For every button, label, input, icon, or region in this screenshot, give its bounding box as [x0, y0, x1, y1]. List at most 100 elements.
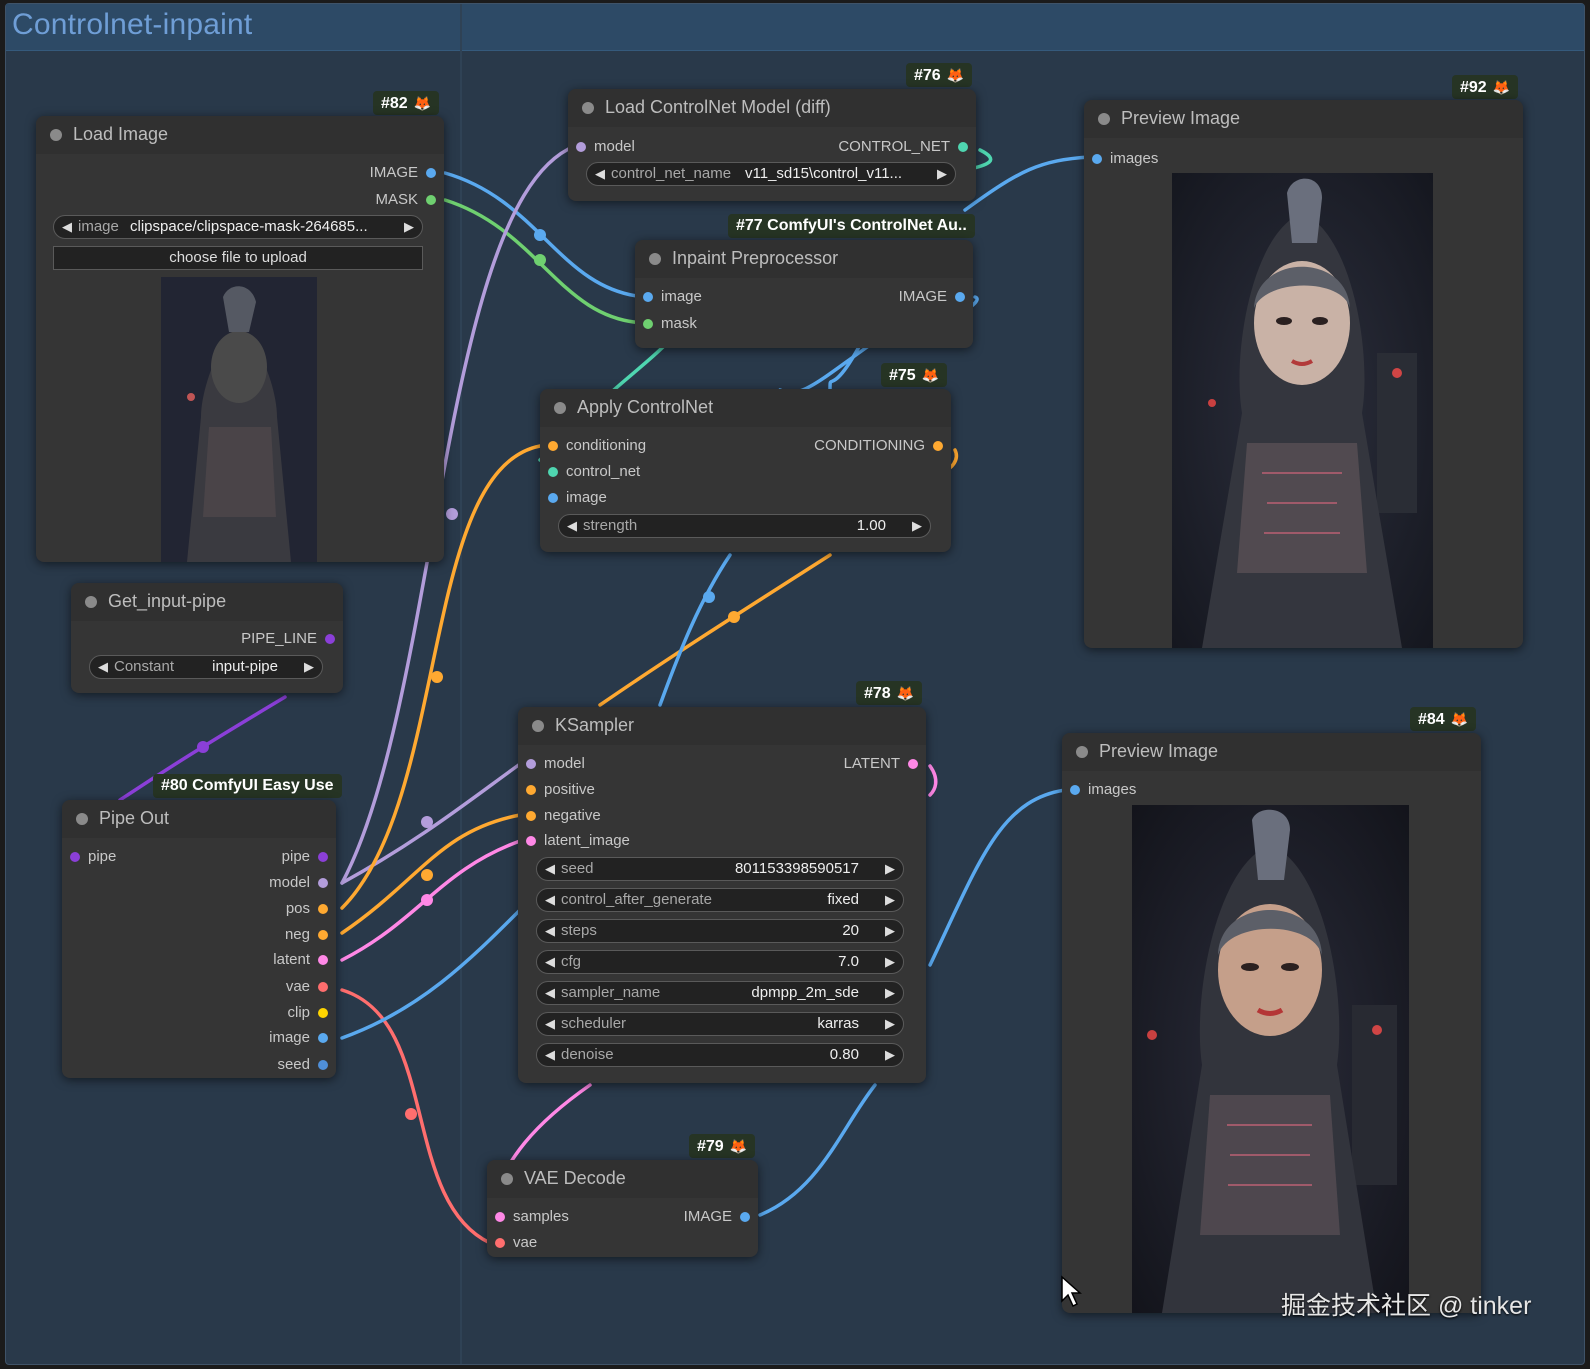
slot-dot-icon[interactable]	[318, 930, 328, 941]
collapse-dot-icon[interactable]	[1098, 113, 1110, 125]
node-apply-controlnet[interactable]: Apply ControlNet conditioning CONDITIONI…	[540, 389, 951, 552]
collapse-dot-icon[interactable]	[501, 1173, 513, 1185]
slot-dot-icon[interactable]	[643, 292, 653, 303]
node-header[interactable]: Apply ControlNet	[540, 389, 951, 427]
input-slot-vae[interactable]: vae	[495, 1232, 537, 1254]
slot-dot-icon[interactable]	[426, 168, 436, 179]
arrow-right-icon[interactable]: ▶	[885, 1013, 895, 1035]
input-slot-pipe[interactable]: pipe	[70, 846, 116, 868]
input-slot-conditioning[interactable]: conditioning	[548, 435, 646, 457]
node-pipe-out[interactable]: Pipe Out pipe pipe model pos neg latent …	[62, 800, 336, 1078]
slot-dot-icon[interactable]	[1070, 785, 1080, 796]
arrow-left-icon[interactable]: ◀	[62, 216, 72, 238]
slot-dot-icon[interactable]	[70, 852, 80, 863]
slot-dot-icon[interactable]	[495, 1212, 505, 1223]
slot-dot-icon[interactable]	[318, 1033, 328, 1044]
slot-dot-icon[interactable]	[318, 1060, 328, 1071]
output-slot-control-net[interactable]: CONTROL_NET	[838, 136, 968, 158]
slot-dot-icon[interactable]	[740, 1212, 750, 1223]
node-header[interactable]: Pipe Out	[62, 800, 336, 838]
node-load-image[interactable]: Load Image IMAGE MASK ◀ image clipspace/…	[36, 116, 444, 562]
slot-dot-icon[interactable]	[318, 982, 328, 993]
input-slot-images[interactable]: images	[1070, 779, 1136, 801]
node-header[interactable]: Inpaint Preprocessor	[635, 240, 973, 278]
input-slot-mask[interactable]: mask	[643, 313, 697, 335]
arrow-left-icon[interactable]: ◀	[545, 920, 555, 942]
steps-widget[interactable]: ◀ steps 20 ▶	[536, 919, 904, 943]
arrow-right-icon[interactable]: ▶	[937, 163, 947, 185]
strength-widget[interactable]: ◀ strength 1.00 ▶	[558, 514, 931, 538]
output-slot-latent[interactable]: LATENT	[844, 753, 918, 775]
node-header[interactable]: Preview Image	[1084, 100, 1523, 138]
collapse-dot-icon[interactable]	[554, 402, 566, 414]
arrow-left-icon[interactable]: ◀	[545, 889, 555, 911]
slot-dot-icon[interactable]	[526, 785, 536, 796]
output-slot-pos[interactable]: pos	[286, 898, 328, 920]
slot-dot-icon[interactable]	[933, 441, 943, 452]
slot-dot-icon[interactable]	[955, 292, 965, 303]
output-slot-clip[interactable]: clip	[287, 1002, 328, 1024]
node-vae-decode[interactable]: VAE Decode samples IMAGE vae	[487, 1160, 758, 1257]
output-slot-seed[interactable]: seed	[277, 1054, 328, 1076]
denoise-widget[interactable]: ◀ denoise 0.80 ▶	[536, 1043, 904, 1067]
output-slot-pipe[interactable]: pipe	[282, 846, 328, 868]
slot-dot-icon[interactable]	[548, 493, 558, 504]
group-header[interactable]: Controlnet-inpaint	[6, 4, 1584, 51]
input-slot-image[interactable]: image	[548, 487, 607, 509]
input-slot-positive[interactable]: positive	[526, 779, 595, 801]
arrow-left-icon[interactable]: ◀	[545, 951, 555, 973]
output-slot-model[interactable]: model	[269, 872, 328, 894]
slot-dot-icon[interactable]	[318, 852, 328, 863]
node-preview-image-top[interactable]: Preview Image images	[1084, 100, 1523, 648]
output-slot-neg[interactable]: neg	[285, 924, 328, 946]
arrow-right-icon[interactable]: ▶	[885, 889, 895, 911]
sampler-name-widget[interactable]: ◀ sampler_name dpmpp_2m_sde ▶	[536, 981, 904, 1005]
arrow-right-icon[interactable]: ▶	[885, 920, 895, 942]
input-slot-images[interactable]: images	[1092, 148, 1158, 170]
slot-dot-icon[interactable]	[908, 759, 918, 770]
arrow-left-icon[interactable]: ◀	[595, 163, 605, 185]
control-after-generate-widget[interactable]: ◀ control_after_generate fixed ▶	[536, 888, 904, 912]
collapse-dot-icon[interactable]	[50, 129, 62, 141]
input-slot-latent-image[interactable]: latent_image	[526, 830, 630, 852]
node-inpaint-preprocessor[interactable]: Inpaint Preprocessor image IMAGE mask	[635, 240, 973, 348]
slot-dot-icon[interactable]	[576, 142, 586, 153]
slot-dot-icon[interactable]	[1092, 154, 1102, 165]
slot-dot-icon[interactable]	[548, 467, 558, 478]
upload-button[interactable]: choose file to upload	[53, 246, 423, 270]
node-header[interactable]: KSampler	[518, 707, 926, 745]
image-combo-widget[interactable]: ◀ image clipspace/clipspace-mask-264685.…	[53, 215, 423, 239]
arrow-right-icon[interactable]: ▶	[404, 216, 414, 238]
node-header[interactable]: VAE Decode	[487, 1160, 758, 1198]
slot-dot-icon[interactable]	[318, 1008, 328, 1019]
slot-dot-icon[interactable]	[318, 904, 328, 915]
collapse-dot-icon[interactable]	[582, 102, 594, 114]
output-slot-mask[interactable]: MASK	[375, 189, 436, 211]
node-header[interactable]: Load ControlNet Model (diff)	[568, 89, 976, 127]
input-slot-model[interactable]: model	[576, 136, 635, 158]
node-ksampler[interactable]: KSampler model LATENT positive negative …	[518, 707, 926, 1083]
collapse-dot-icon[interactable]	[1076, 746, 1088, 758]
output-slot-image[interactable]: IMAGE	[684, 1206, 750, 1228]
node-load-controlnet[interactable]: Load ControlNet Model (diff) model CONTR…	[568, 89, 976, 201]
output-slot-vae[interactable]: vae	[286, 976, 328, 998]
arrow-left-icon[interactable]: ◀	[545, 982, 555, 1004]
input-slot-negative[interactable]: negative	[526, 805, 601, 827]
arrow-right-icon[interactable]: ▶	[912, 515, 922, 537]
collapse-dot-icon[interactable]	[649, 253, 661, 265]
arrow-left-icon[interactable]: ◀	[545, 1013, 555, 1035]
slot-dot-icon[interactable]	[426, 195, 436, 206]
output-slot-image[interactable]: image	[269, 1027, 328, 1049]
arrow-left-icon[interactable]: ◀	[567, 515, 577, 537]
output-slot-image[interactable]: IMAGE	[370, 162, 436, 184]
slot-dot-icon[interactable]	[318, 878, 328, 889]
arrow-right-icon[interactable]: ▶	[885, 951, 895, 973]
output-slot-pipe-line[interactable]: PIPE_LINE	[241, 628, 335, 650]
node-header[interactable]: Get_input-pipe	[71, 583, 343, 621]
arrow-left-icon[interactable]: ◀	[98, 656, 108, 678]
slot-dot-icon[interactable]	[526, 811, 536, 822]
constant-combo-widget[interactable]: ◀ Constant input-pipe ▶	[89, 655, 323, 679]
slot-dot-icon[interactable]	[526, 759, 536, 770]
scheduler-widget[interactable]: ◀ scheduler karras ▶	[536, 1012, 904, 1036]
arrow-right-icon[interactable]: ▶	[885, 1044, 895, 1066]
